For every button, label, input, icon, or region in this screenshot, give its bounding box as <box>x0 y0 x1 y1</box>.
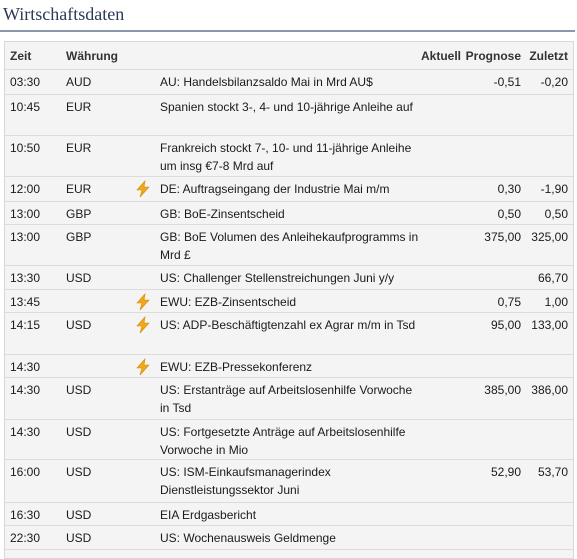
row-description[interactable]: EWU: EZB-Zinsentscheid <box>160 293 422 311</box>
table-row[interactable]: 16:30 USD EIA Erdgasbericht <box>5 503 573 526</box>
row-currency: GBP <box>66 207 92 221</box>
row-currency: USD <box>66 465 92 479</box>
row-zuletzt: 325,00 <box>531 230 568 244</box>
row-time: 16:00 <box>10 465 41 479</box>
lightning-icon <box>134 293 152 311</box>
row-zuletzt: -1,90 <box>540 182 568 196</box>
table-row[interactable]: 12:00 EUR DE: Auftragseingang der Industri… <box>5 177 573 202</box>
row-description[interactable]: AU: Handelsbilanzsaldo Mai in Mrd AU$ <box>160 73 422 91</box>
row-prognose: 0,30 <box>497 182 521 196</box>
title-divider <box>0 30 575 32</box>
row-time: 10:50 <box>10 141 41 155</box>
row-time: 13:00 <box>10 207 41 221</box>
row-zuletzt: 386,00 <box>531 383 568 397</box>
row-currency: USD <box>66 271 92 285</box>
lightning-icon <box>134 180 152 198</box>
header-waehrung: Währung <box>66 49 118 63</box>
row-currency: AUD <box>66 75 92 89</box>
row-zuletzt: 1,00 <box>544 295 568 309</box>
row-prognose: 52,90 <box>490 465 521 479</box>
row-time: 03:30 <box>10 75 41 89</box>
row-description[interactable]: EIA Erdgasbericht <box>160 506 422 524</box>
row-zuletzt: -0,20 <box>540 75 568 89</box>
row-time: 10:45 <box>10 100 41 114</box>
page-title: Wirtschaftsdaten <box>3 4 125 24</box>
row-description[interactable]: GB: BoE-Zinsentscheid <box>160 205 422 223</box>
row-time: 13:00 <box>10 230 41 244</box>
table-row[interactable]: 13:45 EWU: EZB-Zinsentscheid 0,75 1,00 <box>5 290 573 313</box>
row-currency: EUR <box>66 182 92 196</box>
row-prognose: 95,00 <box>490 318 521 332</box>
row-zuletzt: 66,70 <box>537 271 568 285</box>
row-description[interactable]: US: Challenger Stellenstreichungen Juni … <box>160 269 422 287</box>
table-row[interactable]: 10:50 EUR Frankreich stockt 7-, 10- und 11… <box>5 136 573 177</box>
row-zuletzt: 0,50 <box>544 207 568 221</box>
row-description[interactable]: US: Erstanträge auf Arbeitslosenhilfe Vo… <box>160 381 422 417</box>
row-currency: USD <box>66 383 92 397</box>
header-zuletzt: Zuletzt <box>529 49 568 63</box>
lightning-icon <box>134 358 152 376</box>
table-row[interactable]: 16:00 USD US: ISM-Einkaufsmanagerindex Die… <box>5 460 573 503</box>
row-zuletzt: 53,70 <box>537 465 568 479</box>
row-currency: USD <box>66 318 92 332</box>
row-prognose: 385,00 <box>484 383 521 397</box>
row-time: 13:30 <box>10 271 41 285</box>
row-currency: USD <box>66 425 92 439</box>
table-row[interactable]: 10:45 EUR Spanien stockt 3-, 4- und 10-jäh… <box>5 95 573 136</box>
table-row[interactable]: 14:15 USD US: ADP-Beschäftigtenzahl ex Agr… <box>5 313 573 355</box>
row-time: 14:30 <box>10 360 41 374</box>
row-description[interactable]: US: Fortgesetzte Anträge auf Arbeitslose… <box>160 423 422 459</box>
row-time: 14:15 <box>10 318 41 332</box>
row-prognose: -0,51 <box>493 75 521 89</box>
row-time: 22:30 <box>10 531 41 545</box>
row-description[interactable]: Spanien stockt 3-, 4- und 10-jährige Anl… <box>160 98 422 116</box>
row-time: 13:45 <box>10 295 41 309</box>
row-prognose: 0,50 <box>497 207 521 221</box>
row-prognose: 375,00 <box>484 230 521 244</box>
row-description[interactable]: EWU: EZB-Pressekonferenz <box>160 358 422 376</box>
row-currency: EUR <box>66 100 92 114</box>
lightning-icon <box>134 316 152 334</box>
row-currency: USD <box>66 531 92 545</box>
table-row[interactable]: 22:30 USD US: Wochenausweis Geldmenge <box>5 526 573 550</box>
table-row[interactable]: 14:30 EWU: EZB-Pressekonferenz <box>5 355 573 378</box>
row-currency: USD <box>66 508 92 522</box>
row-currency: GBP <box>66 230 92 244</box>
table-row[interactable]: 13:30 USD US: Challenger Stellenstreichung… <box>5 266 573 290</box>
row-time: 16:30 <box>10 508 41 522</box>
row-description[interactable]: US: ISM-Einkaufsmanagerindex Dienstleist… <box>160 463 422 499</box>
table-row[interactable]: 14:30 USD US: Fortgesetzte Anträge auf Arb… <box>5 420 573 460</box>
table-row[interactable]: 13:00 GBP GB: BoE Volumen des Anleihekaufp… <box>5 225 573 266</box>
table-row[interactable]: 03:30 AUD AU: Handelsbilanzsaldo Mai in Mr… <box>5 70 573 95</box>
table-row[interactable]: 14:30 USD US: Erstanträge auf Arbeitslosen… <box>5 378 573 420</box>
row-prognose: 0,75 <box>497 295 521 309</box>
row-time: 12:00 <box>10 182 41 196</box>
table-header: Zeit Währung Aktuell Prognose Zuletzt <box>5 42 573 70</box>
row-currency: EUR <box>66 141 92 155</box>
header-prognose: Prognose <box>465 49 521 63</box>
row-time: 14:30 <box>10 425 41 439</box>
header-aktuell: Aktuell <box>420 49 461 63</box>
row-description[interactable]: GB: BoE Volumen des Anleihekaufprogramms… <box>160 228 422 264</box>
row-time: 14:30 <box>10 383 41 397</box>
row-zuletzt: 133,00 <box>531 318 568 332</box>
header-zeit: Zeit <box>10 49 32 63</box>
economic-calendar-table: Zeit Währung Aktuell Prognose Zuletzt 03… <box>4 41 574 559</box>
row-description[interactable]: DE: Auftragseingang der Industrie Mai m/… <box>160 180 422 198</box>
row-description[interactable]: US: Wochenausweis Geldmenge <box>160 529 422 547</box>
row-description[interactable]: Frankreich stockt 7-, 10- und 11-jährige… <box>160 139 422 175</box>
row-description[interactable]: US: ADP-Beschäftigtenzahl ex Agrar m/m i… <box>160 316 422 334</box>
table-row[interactable]: 13:00 GBP GB: BoE-Zinsentscheid 0,50 0,50 <box>5 202 573 225</box>
